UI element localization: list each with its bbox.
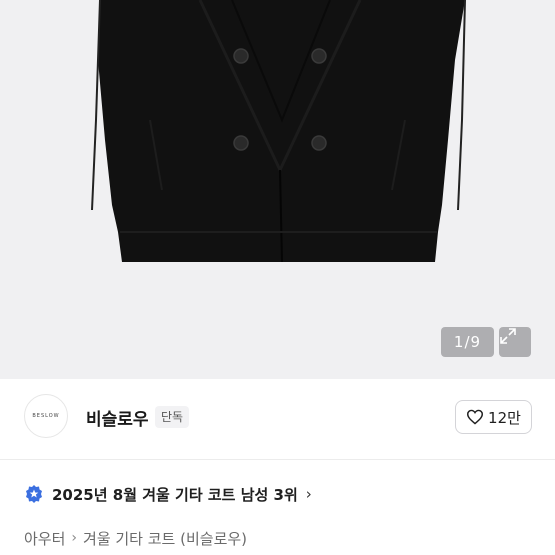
- ranking-text: 2025년 8월 겨울 기타 코트 남성 3위: [52, 485, 298, 504]
- breadcrumb: 아우터 › 겨울 기타 코트 (비슬로우): [24, 525, 247, 551]
- chevron-right-icon: ›: [305, 485, 312, 503]
- expand-icon: [500, 328, 516, 344]
- seller-avatar[interactable]: BESLOW: [24, 394, 68, 438]
- image-counter: 1/9: [441, 327, 494, 357]
- like-count: 12만: [488, 408, 521, 427]
- coat-product-image: [91, 0, 466, 263]
- fullscreen-button[interactable]: [499, 327, 531, 357]
- section-divider: [0, 459, 555, 460]
- seller-info-row: BESLOW 비슬로우 단독 12만: [0, 379, 555, 457]
- like-button[interactable]: 12만: [455, 400, 532, 434]
- seller-name[interactable]: 비슬로우: [86, 405, 149, 430]
- breadcrumb-item-category[interactable]: 겨울 기타 코트 (비슬로우): [83, 528, 247, 549]
- exclusive-badge: 단독: [155, 406, 190, 428]
- heart-icon: [467, 409, 484, 425]
- ranking-link[interactable]: 2025년 8월 겨울 기타 코트 남성 3위 ›: [24, 480, 312, 508]
- avatar-logo-text: BESLOW: [32, 413, 60, 419]
- breadcrumb-item-outer[interactable]: 아우터: [24, 528, 65, 549]
- product-image-gallery[interactable]: 1/9: [0, 0, 555, 379]
- chevron-right-icon: ›: [71, 530, 78, 546]
- blue-star-badge-icon: [26, 485, 42, 503]
